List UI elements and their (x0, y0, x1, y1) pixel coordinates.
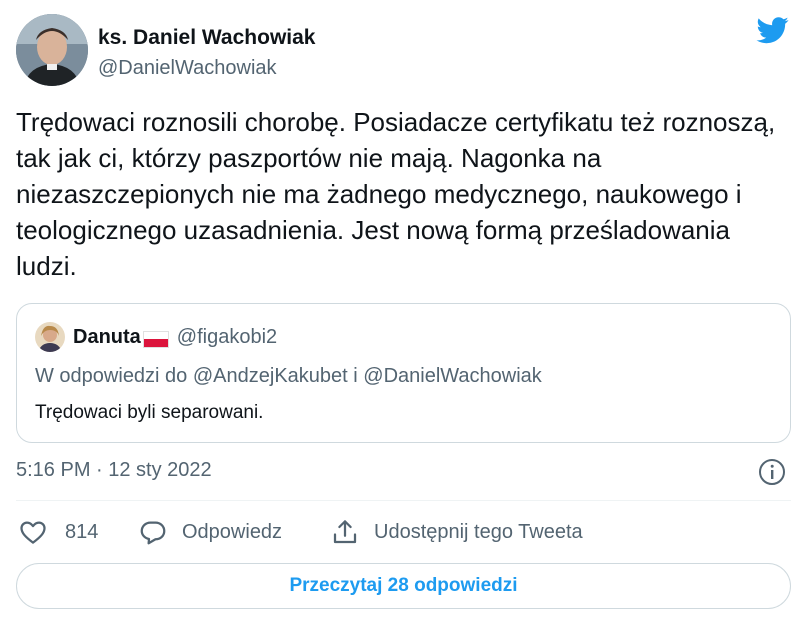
tweet-actions: 814 Odpowiedz Udostępnij tego Tweeta (16, 515, 791, 549)
quoted-author-avatar (35, 322, 65, 352)
quoted-tweet-header: Danuta @figakobi2 (35, 322, 277, 352)
quoted-author-handle: @figakobi2 (176, 325, 278, 348)
share-button[interactable]: Udostępnij tego Tweeta (330, 515, 583, 549)
tweet-timestamp[interactable]: 5:16 PM · 12 sty 2022 (16, 459, 212, 482)
author-info: ks. Daniel Wachowiak @DanielWachowiak (98, 26, 315, 80)
info-icon[interactable] (757, 457, 787, 487)
reply-to-context: W odpowiedzi do @AndzejKakubet i @Daniel… (35, 365, 542, 387)
share-upload-icon (333, 520, 357, 544)
author-name[interactable]: ks. Daniel Wachowiak (98, 26, 315, 50)
tweet-header: ks. Daniel Wachowiak @DanielWachowiak (16, 14, 791, 86)
tweet-text: Trędowaci roznosili chorobę. Posiadacze … (16, 107, 776, 281)
divider (16, 500, 791, 501)
reply-label: Odpowiedz (182, 520, 283, 543)
reply-button[interactable]: Odpowiedz (138, 515, 282, 549)
like-count: 814 (65, 520, 99, 543)
poland-flag-icon (142, 330, 169, 348)
author-avatar[interactable] (16, 14, 88, 86)
twitter-bird-icon[interactable] (755, 14, 791, 46)
read-replies-button[interactable]: Przeczytaj 28 odpowiedzi (16, 563, 791, 609)
quoted-tweet-text: Trędowaci byli separowani. (35, 402, 264, 423)
quoted-tweet[interactable]: Danuta @figakobi2 W odpowiedzi do @Andze… (16, 303, 791, 443)
share-label: Udostępnij tego Tweeta (374, 520, 583, 543)
heart-icon (20, 521, 46, 544)
quoted-author-name: Danuta (73, 325, 141, 348)
reply-bubble-icon (140, 521, 166, 545)
like-button[interactable]: 814 (18, 515, 98, 549)
author-handle[interactable]: @DanielWachowiak (98, 56, 315, 80)
